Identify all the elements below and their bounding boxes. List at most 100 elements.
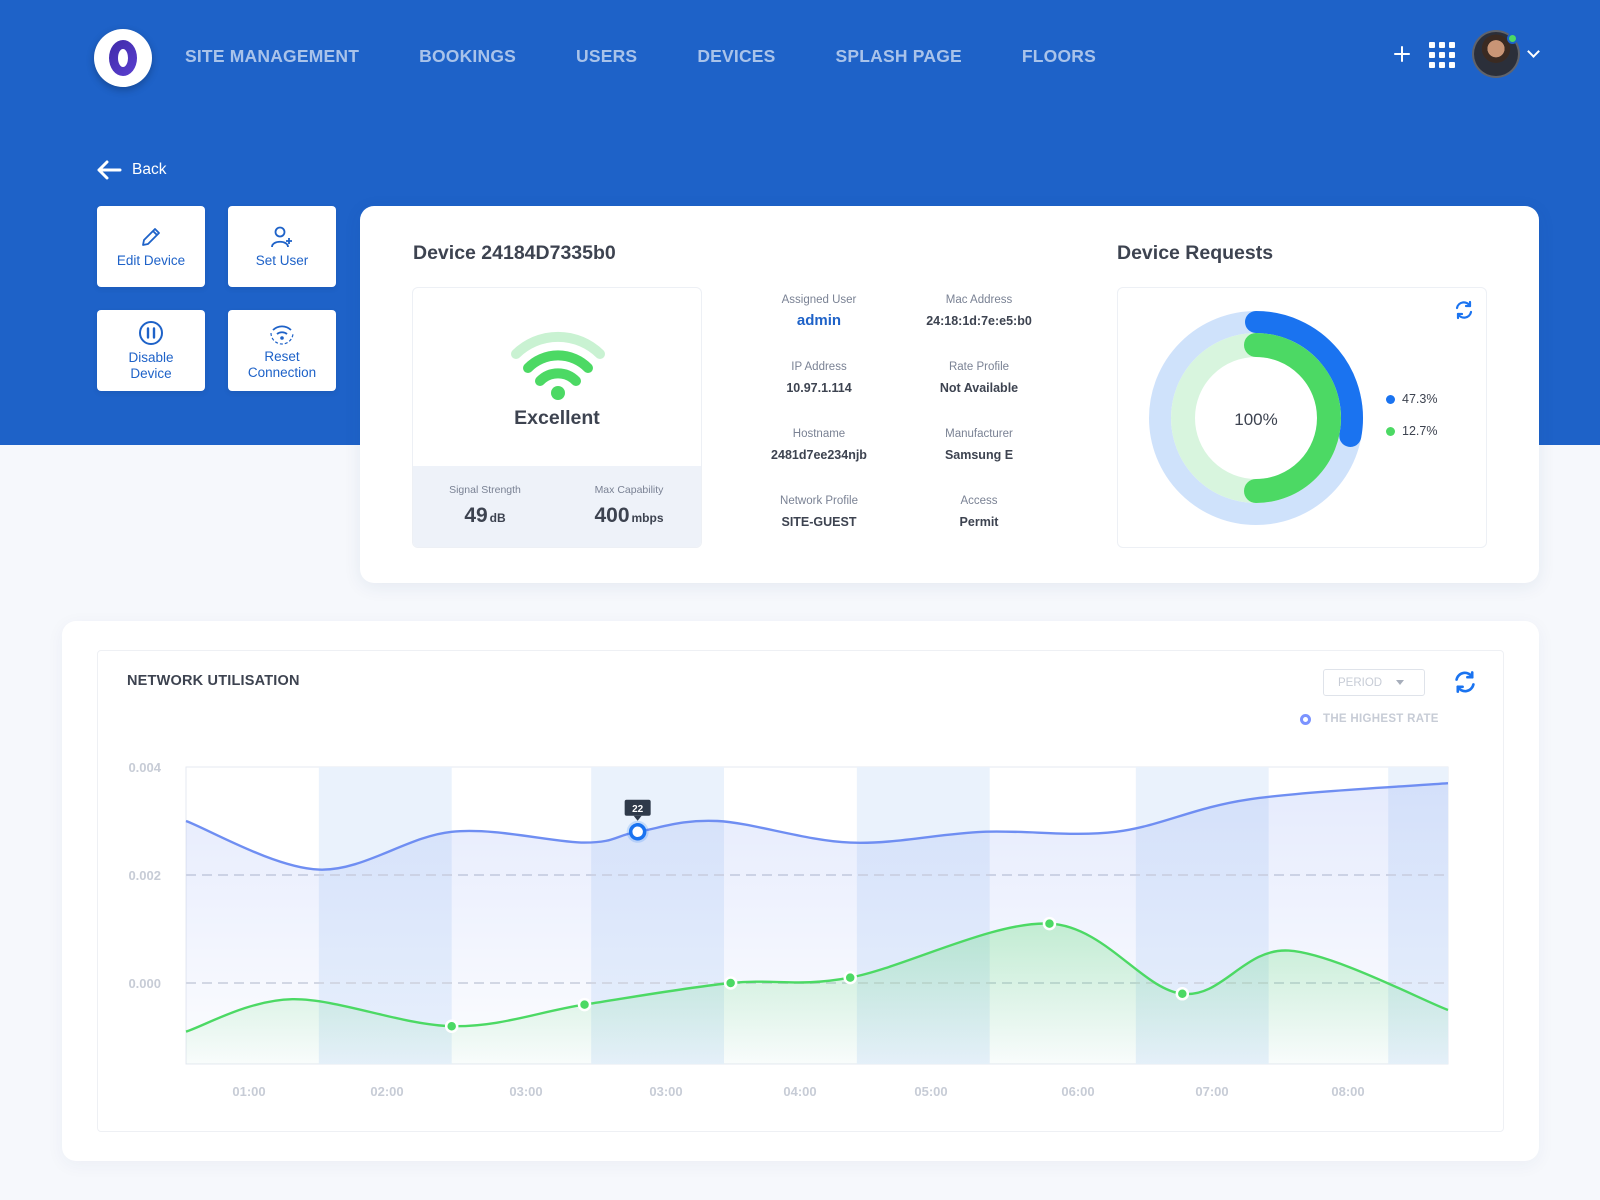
apps-grid-icon[interactable] [1429,41,1455,68]
data-point [444,1019,459,1033]
x-tick-label: 07:00 [1195,1084,1228,1099]
max-capability-metric: Max Capability 400 mbps [557,466,701,547]
info-access: Access Permit [899,495,1059,540]
disable-device-label: Disable Device [128,349,174,381]
device-requests-title: Device Requests [1117,242,1274,264]
x-tick-label: 03:00 [509,1084,542,1099]
info-rate-profile: Rate Profile Not Available [899,361,1059,406]
x-tick-label: 01:00 [232,1084,265,1099]
info-mac-address: Mac Address 24:18:1d:7e:e5:b0 [899,294,1059,339]
signal-strength-unit: dB [489,511,506,525]
data-point [843,970,857,985]
device-info-grid: Assigned User admin Mac Address 24:18:1d:7… [739,294,1059,540]
data-point [723,976,738,990]
highlight-point [628,823,647,841]
legend-dot [1386,426,1395,436]
signal-strength-label: Signal Strength [449,484,521,496]
x-tick-label: 04:00 [783,1084,816,1099]
info-value: SITE-GUEST [781,515,857,529]
network-utilisation-card: NETWORK UTILISATION PERIOD THE HIGHEST R… [62,621,1539,1161]
info-label: Network Profile [780,495,858,507]
device-title: Device 24184D7335b0 [413,242,616,264]
info-value: 10.97.1.114 [786,381,852,395]
info-value: Not Available [939,381,1019,395]
info-network-profile: Network Profile SITE-GUEST [739,495,899,540]
device-card: Device 24184D7335b0 Device Requests Exce… [360,206,1539,583]
y-tick-label: 0.004 [128,760,161,775]
info-manufacturer: Manufacturer Samsung E [899,428,1059,473]
max-capability-value: 400 [594,504,630,527]
x-tick-label: 02:00 [370,1084,403,1099]
legend-label: 12.7% [1402,424,1438,438]
signal-panel: Excellent Signal Strength 49 dB Max Capab… [412,287,702,548]
reset-connection-label: Reset Connection [247,348,317,380]
device-requests-panel: 100% 47.3% 12.7% [1117,287,1487,548]
set-user-label: Set User [255,252,309,268]
requests-legend: 47.3% 12.7% [1386,392,1437,456]
nav-devices[interactable]: DEVICES [697,46,775,67]
info-value: Permit [959,515,999,529]
y-tick-label: 0.000 [128,976,161,991]
info-label: IP Address [791,361,847,373]
max-capability-label: Max Capability [594,484,664,496]
avatar[interactable] [1472,30,1520,78]
network-utilisation-panel: NETWORK UTILISATION PERIOD THE HIGHEST R… [97,650,1504,1132]
wifi-signal-icon [511,331,605,400]
donut-center-label: 100% [1234,410,1277,429]
info-label: Assigned User [781,294,857,306]
y-tick-label: 0.002 [128,868,161,883]
signal-quality: Excellent [514,407,600,429]
info-label: Access [960,495,998,507]
add-user-icon [271,226,292,247]
legend-item-green: 12.7% [1386,424,1437,438]
data-point [1042,916,1057,931]
max-capability-unit: mbps [631,511,664,525]
x-tick-label: 05:00 [914,1084,947,1099]
legend-label: 47.3% [1402,392,1438,406]
tooltip-label: 22 [632,804,644,815]
info-label: Rate Profile [948,361,1010,373]
plus-icon[interactable] [1389,41,1415,67]
edit-device-button[interactable]: Edit Device [97,206,205,287]
disable-device-button[interactable]: Disable Device [97,310,205,391]
info-hostname: Hostname 2481d7ee234njb [739,428,899,473]
x-tick-label: 06:00 [1061,1084,1094,1099]
arrow-left-icon [97,160,122,180]
info-ip-address: IP Address 10.97.1.114 [739,361,899,406]
app-logo[interactable] [94,29,152,87]
data-point [577,997,592,1012]
pause-icon [139,320,163,345]
info-label: Mac Address [945,294,1013,306]
assigned-user-link[interactable]: admin [739,312,899,329]
edit-device-label: Edit Device [116,252,186,268]
info-label: Hostname [792,428,846,440]
info-label: Manufacturer [945,428,1013,440]
network-utilisation-chart: 0.004 0.002 0.000 01:00 02:00 03:00 03:00 04:00… [128,760,1449,1099]
top-actions [1389,30,1540,78]
back-label: Back [132,161,167,178]
legend-item-blue: 47.3% [1386,392,1437,406]
info-value: Samsung E [944,448,1014,462]
data-point [1175,987,1190,1001]
legend-dot [1386,394,1395,404]
x-tick-label: 03:00 [649,1084,682,1099]
refresh-icon[interactable] [1454,300,1474,320]
signal-strength-metric: Signal Strength 49 dB [413,466,557,547]
x-tick-label: 08:00 [1331,1084,1364,1099]
back-button[interactable]: Back [96,160,166,180]
chevron-down-icon[interactable] [1527,45,1540,58]
wifi-reset-icon [270,325,294,345]
nav-floors[interactable]: FLOORS [1022,46,1096,67]
main-nav: SITE MANAGEMENT BOOKINGS USERS DEVICES S… [185,46,1096,67]
nav-bookings[interactable]: BOOKINGS [419,46,516,67]
signal-strength-value: 49 [464,504,488,527]
nav-users[interactable]: USERS [576,46,637,67]
nav-splash-page[interactable]: SPLASH PAGE [836,46,962,67]
pencil-icon [142,227,160,246]
requests-donut-chart: 100% [1149,311,1363,525]
set-user-button[interactable]: Set User [228,206,336,287]
info-value: 24:18:1d:7e:e5:b0 [926,314,1032,328]
reset-connection-button[interactable]: Reset Connection [228,310,336,391]
info-value: 2481d7ee234njb [771,448,867,462]
nav-site-management[interactable]: SITE MANAGEMENT [185,46,359,67]
